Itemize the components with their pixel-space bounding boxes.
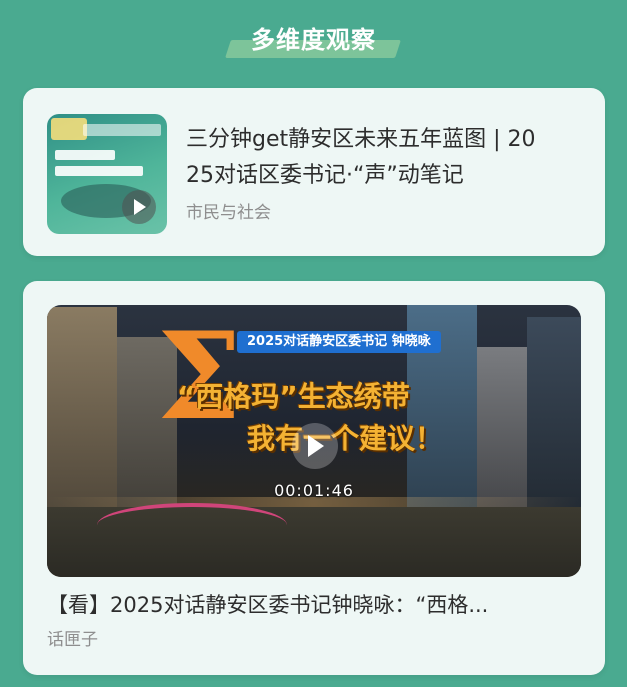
article-title[interactable]: 【看】2025对话静安区委书记钟晓咏：“西格... [47,589,581,619]
video-duration: 00:01:46 [274,481,354,500]
video-headline: 我有一个建议！ [247,422,444,455]
article-source: 话匣子 [47,630,98,650]
article-card-2[interactable]: Σ 2025对话静安区委书记 钟晓咏 “西格玛”生态绣带 我有一个建议！ 00:… [23,281,605,675]
article-thumbnail[interactable] [47,114,167,234]
play-icon[interactable] [292,423,338,469]
article-card-1[interactable]: 三分钟get静安区未来五年蓝图 | 20 25对话区委书记·“声”动笔记 市民与… [23,88,605,256]
play-icon[interactable] [122,190,156,224]
video-headline: “西格玛”生态绣带 [177,380,410,413]
section-header: 多维度观察 [0,0,627,72]
thumbnail-text-line [55,166,143,176]
article-title-line: 25对话区委书记·“声”动笔记 [186,163,464,188]
article-title-line: 三分钟get静安区未来五年蓝图 | 20 [186,127,536,152]
thumbnail-tag [83,124,161,136]
thumbnail-text-line [55,150,115,160]
article-title[interactable]: 三分钟get静安区未来五年蓝图 | 20 25对话区委书记·“声”动笔记 [186,122,586,194]
article-source: 市民与社会 [186,203,271,223]
bridge [97,503,287,547]
brand-logo [51,118,87,140]
section-title: 多维度观察 [251,26,376,54]
video-badge: 2025对话静安区委书记 钟晓咏 [237,331,441,353]
video-player[interactable]: Σ 2025对话静安区委书记 钟晓咏 “西格玛”生态绣带 我有一个建议！ 00:… [47,305,581,577]
